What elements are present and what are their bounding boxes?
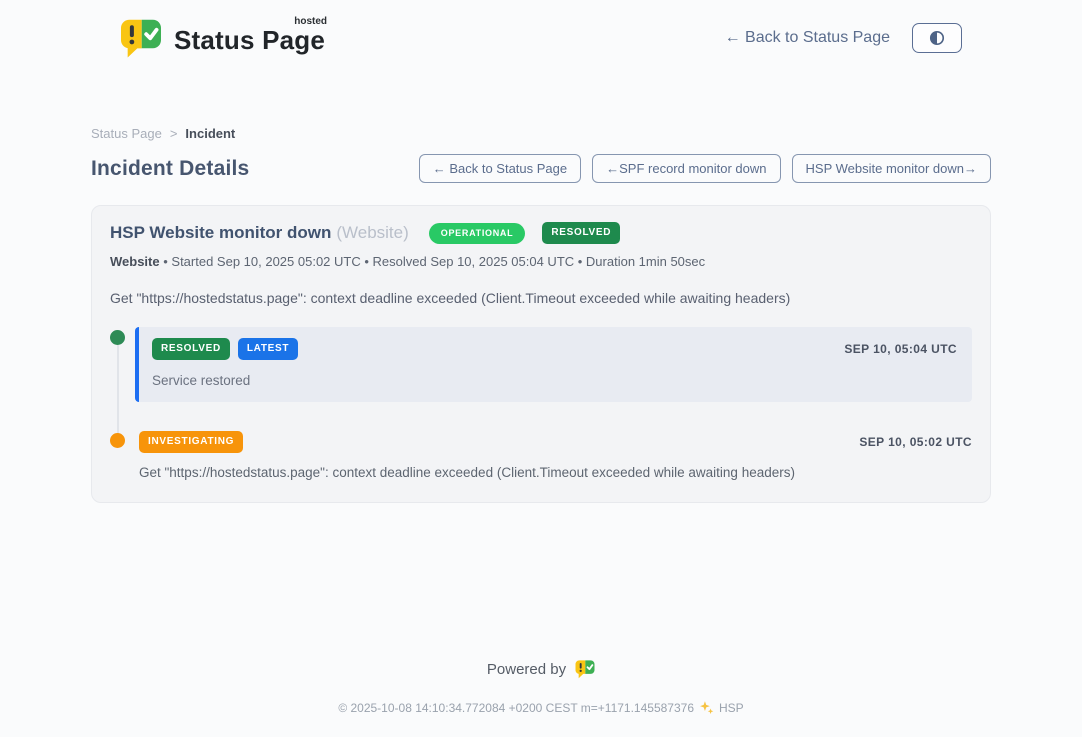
powered-by: Powered by	[0, 660, 1082, 679]
theme-toggle-button[interactable]	[912, 23, 962, 53]
footer: Powered by © 2025-10-08 14:10:34.772084 …	[0, 660, 1082, 737]
timeline-item-investigating: INVESTIGATING SEP 10, 05:02 UTC Get "htt…	[110, 430, 972, 480]
timeline-investigating-badge: INVESTIGATING	[139, 431, 243, 453]
timeline-timestamp: SEP 10, 05:04 UTC	[844, 342, 957, 356]
previous-incident-button[interactable]: ←SPF record monitor down	[592, 154, 780, 183]
incident-title-text: HSP Website monitor down	[110, 223, 331, 242]
hsp-logo-icon[interactable]	[575, 660, 595, 679]
timeline-dot-investigating-icon	[110, 433, 125, 448]
breadcrumb-separator: >	[170, 126, 178, 141]
brand-logo-link[interactable]: hosted Status Page	[120, 17, 325, 59]
operational-status-badge: OPERATIONAL	[429, 223, 526, 244]
breadcrumb-incident: Incident	[185, 126, 235, 141]
brand-hosted-badge: hosted	[294, 16, 327, 27]
copyright-line: © 2025-10-08 14:10:34.772084 +0200 CEST …	[0, 700, 1082, 715]
copyright-brand: HSP	[719, 701, 744, 715]
timeline-item-resolved: RESOLVED LATEST SEP 10, 05:04 UTC Servic…	[110, 327, 972, 402]
page-title: Incident Details	[91, 157, 249, 181]
breadcrumb: Status Page > Incident	[91, 126, 991, 141]
header: hosted Status Page ← Back to Status Page	[0, 0, 1082, 62]
brand-wordmark: hosted Status Page	[174, 17, 325, 54]
incident-service: Website	[110, 254, 160, 269]
resolved-status-badge: RESOLVED	[542, 222, 620, 244]
powered-by-label: Powered by	[487, 661, 566, 678]
incident-nav-buttons: ← Back to Status Page ←SPF record monito…	[419, 154, 991, 183]
incident-title: HSP Website monitor down (Website)	[110, 223, 409, 243]
copyright-text: © 2025-10-08 14:10:34.772084 +0200 CEST …	[338, 701, 694, 715]
timeline-resolved-badge: RESOLVED	[152, 338, 230, 360]
timeline-message: Get "https://hostedstatus.page": context…	[139, 465, 972, 480]
sparkle-icon	[699, 700, 714, 715]
header-back-link[interactable]: ← Back to Status Page	[725, 29, 890, 47]
timeline-message: Service restored	[152, 373, 957, 388]
timeline-latest-update-box: RESOLVED LATEST SEP 10, 05:04 UTC Servic…	[135, 327, 972, 402]
incident-timeline: RESOLVED LATEST SEP 10, 05:04 UTC Servic…	[110, 327, 972, 480]
timeline-dot-resolved-icon	[110, 330, 125, 345]
incident-scope: (Website)	[336, 223, 408, 242]
incident-description: Get "https://hostedstatus.page": context…	[110, 290, 972, 306]
incident-meta: Website • Started Sep 10, 2025 05:02 UTC…	[110, 254, 972, 269]
brand-name: Status Page	[174, 25, 325, 55]
next-incident-button[interactable]: HSP Website monitor down→	[792, 154, 991, 183]
breadcrumb-status-page[interactable]: Status Page	[91, 126, 162, 141]
incident-card: HSP Website monitor down (Website) OPERAT…	[91, 205, 991, 503]
status-page-logo-icon	[120, 19, 162, 59]
theme-toggle-icon	[928, 29, 946, 47]
back-to-status-page-button[interactable]: ← Back to Status Page	[419, 154, 581, 183]
incident-meta-details: • Started Sep 10, 2025 05:02 UTC • Resol…	[163, 254, 705, 269]
timeline-latest-badge: LATEST	[238, 338, 298, 360]
timeline-timestamp: SEP 10, 05:02 UTC	[859, 435, 972, 449]
